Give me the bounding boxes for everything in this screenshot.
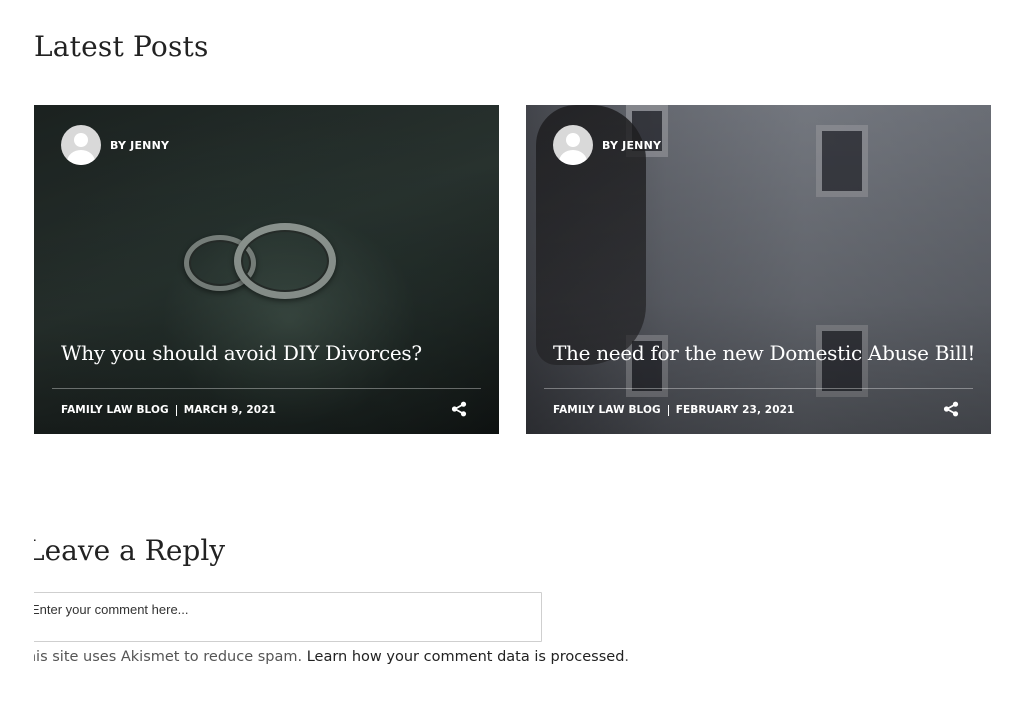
latest-posts-heading: Latest Posts xyxy=(34,30,209,63)
avatar-icon xyxy=(553,125,593,165)
post-meta: FAMILY LAW BLOG FEBRUARY 23, 2021 xyxy=(553,404,794,416)
share-icon[interactable] xyxy=(451,401,467,417)
post-category-link[interactable]: FAMILY LAW BLOG xyxy=(61,404,169,416)
post-title[interactable]: The need for the new Domestic Abuse Bill… xyxy=(553,341,975,365)
comment-input[interactable] xyxy=(20,592,542,642)
akismet-period: . xyxy=(624,649,630,665)
post-title[interactable]: Why you should avoid DIY Divorces? xyxy=(61,341,422,365)
post-date: MARCH 9, 2021 xyxy=(183,404,277,416)
left-clip-mask xyxy=(0,520,34,680)
meta-separator xyxy=(667,404,669,416)
post-category-link[interactable]: FAMILY LAW BLOG xyxy=(553,404,661,416)
akismet-notice: This site uses Akismet to reduce spam. L… xyxy=(18,649,629,665)
leave-reply-heading: Leave a Reply xyxy=(26,534,226,567)
avatar-icon xyxy=(61,125,101,165)
post-card-diy-divorces[interactable]: BY JENNY Why you should avoid DIY Divorc… xyxy=(34,105,499,434)
meta-separator xyxy=(175,404,177,416)
card-divider xyxy=(52,388,481,389)
akismet-text: This site uses Akismet to reduce spam. xyxy=(18,649,307,665)
post-date: FEBRUARY 23, 2021 xyxy=(675,404,795,416)
post-author[interactable]: BY JENNY xyxy=(553,125,661,165)
card-divider xyxy=(544,388,973,389)
post-card-domestic-abuse-bill[interactable]: BY JENNY The need for the new Domestic A… xyxy=(526,105,991,434)
author-label: BY JENNY xyxy=(602,138,662,152)
share-icon[interactable] xyxy=(943,401,959,417)
post-author[interactable]: BY JENNY xyxy=(61,125,169,165)
author-label: BY JENNY xyxy=(110,138,170,152)
akismet-learn-more-link[interactable]: Learn how your comment data is processed xyxy=(307,649,625,665)
post-meta: FAMILY LAW BLOG MARCH 9, 2021 xyxy=(61,404,276,416)
